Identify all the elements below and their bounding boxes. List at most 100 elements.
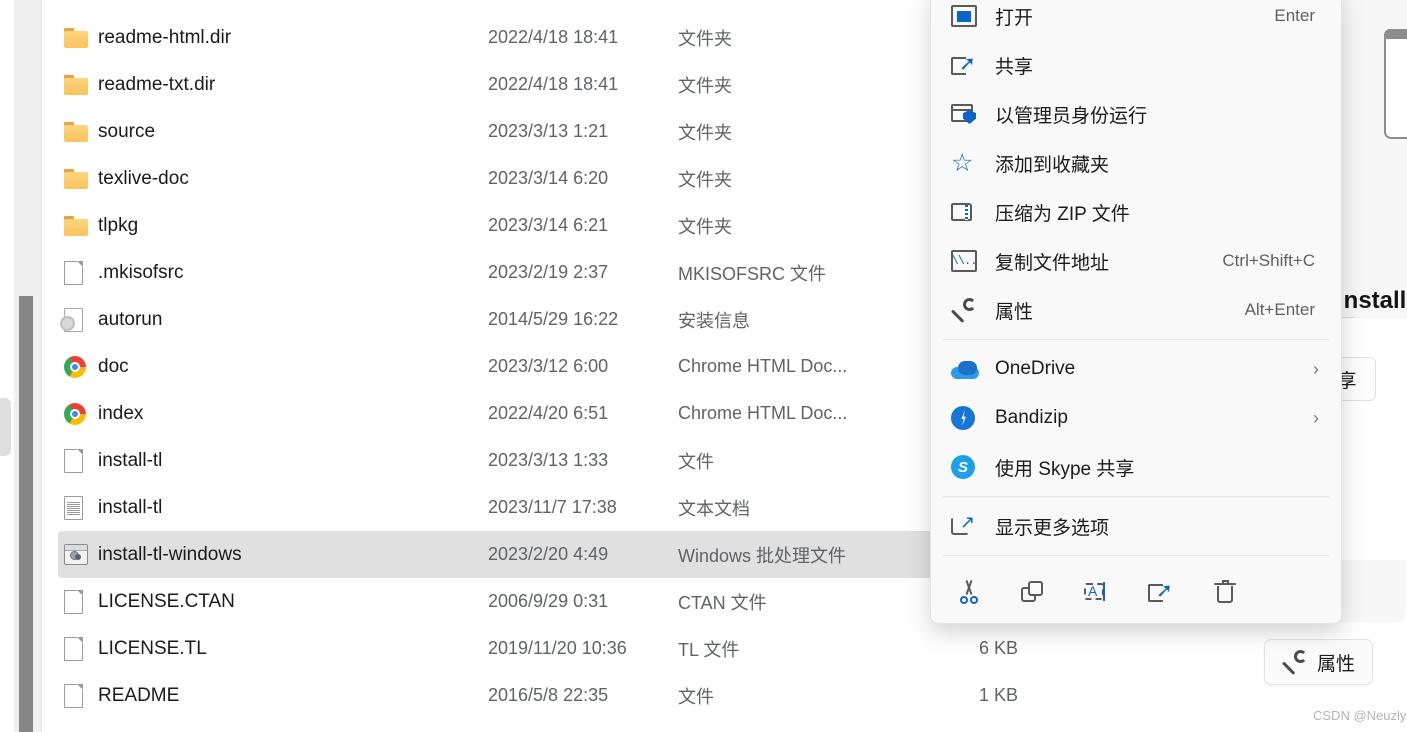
menu-app-item-1[interactable]: OneDrive ›: [935, 345, 1337, 393]
wrench-icon: [950, 298, 977, 323]
menu-item-3[interactable]: 以管理员身份运行: [935, 90, 1337, 138]
menu-item-5[interactable]: 压缩为 ZIP 文件: [935, 188, 1337, 236]
file-icon-cell: [60, 307, 98, 332]
share-icon: ➚: [1148, 581, 1174, 603]
file-icon-cell: [64, 355, 98, 378]
toolbar-share-button[interactable]: ➚: [1129, 570, 1193, 614]
text-document-icon: [64, 495, 83, 520]
menu-item-shortcut: Alt+Enter: [1244, 300, 1315, 319]
file-name: index: [98, 402, 144, 424]
watermark: CSDN @Neuzly: [1313, 708, 1407, 723]
file-name: readme-html.dir: [98, 26, 232, 48]
file-icon-cell: [64, 448, 98, 473]
skype-icon: S: [951, 455, 975, 479]
toolbar-copy-button[interactable]: [1001, 570, 1065, 614]
file-name: doc: [98, 355, 129, 377]
context-menu-toolbar[interactable]: A ➚: [931, 561, 1341, 623]
file-type: 文件夹: [678, 216, 732, 237]
file-name: install-tl: [98, 496, 163, 518]
toolbar-delete-button[interactable]: [1193, 570, 1257, 614]
chevron-right-icon: ›: [1313, 358, 1319, 379]
menu-item-2[interactable]: ➚ 共享: [935, 41, 1337, 89]
file-date: 2023/3/13 1:33: [488, 450, 609, 470]
menu-icon-slot: [951, 359, 995, 379]
file-type: MKISOFSRC 文件: [678, 263, 827, 284]
file-icon-cell: [64, 121, 98, 142]
file-icon-cell: [64, 544, 98, 565]
menu-item-show-more-options[interactable]: ↗ 显示更多选项: [935, 502, 1337, 550]
menu-icon-slot: [951, 406, 995, 430]
menu-item-label: Bandizip: [995, 407, 1068, 428]
context-menu[interactable]: 打开 Enter ➚ 共享以管理员身份运行 ☆ 添加到收藏夹压缩为 ZIP 文件 \\.. 复…: [930, 0, 1342, 624]
file-type: Chrome HTML Doc...: [678, 356, 848, 376]
file-date: 2023/3/14 6:21: [488, 215, 609, 235]
menu-item-1[interactable]: 打开 Enter: [935, 0, 1337, 40]
folder-icon: [64, 121, 88, 142]
menu-app-item-3[interactable]: S 使用 Skype 共享: [935, 443, 1337, 491]
file-date: 2023/2/20 4:49: [488, 544, 609, 564]
run-as-administrator-icon: [951, 103, 977, 125]
file-date: 2023/3/13 1:21: [488, 121, 609, 141]
share-icon: ➚: [951, 54, 977, 76]
file-date: 2022/4/20 6:51: [488, 403, 609, 423]
bandizip-icon: [951, 406, 975, 430]
properties-button[interactable]: 属性: [1264, 639, 1373, 685]
file-type: TL 文件: [678, 639, 740, 660]
folder-icon: [64, 27, 88, 48]
file-type: 文件夹: [678, 28, 732, 49]
blank-document-icon: [64, 636, 83, 661]
menu-icon-slot: [951, 201, 995, 223]
file-type: 文件夹: [678, 169, 732, 190]
menu-icon-slot: [950, 298, 995, 323]
menu-icon-slot: [951, 103, 995, 125]
chrome-icon: [64, 402, 86, 425]
table-row[interactable]: README 2016/5/8 22:35 文件 1 KB: [58, 672, 1407, 719]
menu-item-4[interactable]: ☆ 添加到收藏夹: [935, 139, 1337, 187]
file-date: 2014/5/29 16:22: [488, 309, 619, 329]
edge-peek-tab[interactable]: [0, 398, 11, 456]
zip-folder-icon: [951, 201, 977, 223]
toolbar-cut-button[interactable]: [937, 570, 1001, 614]
toolbar-rename-button[interactable]: A: [1065, 570, 1129, 614]
menu-icon-slot: S: [951, 455, 995, 479]
menu-item-label: 打开: [995, 7, 1034, 29]
menu-item-label: 显示更多选项: [995, 517, 1110, 539]
wrench-icon: [1281, 650, 1308, 675]
file-size: 1 KB: [978, 685, 1018, 705]
menu-item-7[interactable]: 属性 Alt+Enter: [935, 286, 1337, 334]
copy-icon: [1021, 580, 1045, 604]
folder-icon: [64, 74, 88, 95]
menu-item-label: 添加到收藏夹: [995, 154, 1110, 176]
file-name: install-tl-windows: [98, 543, 242, 565]
file-name: readme-txt.dir: [98, 73, 216, 95]
panel-divider: [1341, 317, 1355, 318]
menu-item-label: 属性: [995, 301, 1034, 323]
blank-document-icon: [64, 589, 83, 614]
file-date: 2022/4/18 18:41: [488, 27, 619, 47]
delete-icon: [1214, 580, 1236, 604]
menu-separator-2: [943, 496, 1329, 497]
menu-item-label: 以管理员身份运行: [995, 105, 1148, 127]
menu-item-shortcut: Ctrl+Shift+C: [1222, 251, 1315, 270]
file-name: source: [98, 120, 156, 142]
file-type: 安装信息: [678, 310, 750, 331]
file-type: Windows 批处理文件: [678, 545, 847, 566]
table-row[interactable]: LICENSE.TL 2019/11/20 10:36 TL 文件 6 KB: [58, 625, 1407, 672]
file-icon-cell: [64, 683, 98, 708]
file-type: 文件夹: [678, 122, 732, 143]
scrollbar-thumb[interactable]: [19, 296, 33, 732]
chevron-right-icon: ›: [1313, 407, 1319, 428]
folder-icon: [64, 168, 88, 189]
cut-icon: [957, 580, 981, 604]
menu-item-label: 压缩为 ZIP 文件: [995, 203, 1130, 225]
menu-app-item-2[interactable]: Bandizip ›: [935, 394, 1337, 442]
file-name: .mkisofsrc: [98, 261, 184, 283]
onedrive-icon: [951, 359, 979, 379]
file-icon-cell: [64, 27, 98, 48]
open-icon: [951, 5, 977, 27]
file-icon-cell: [64, 402, 98, 425]
menu-icon-slot: ➚: [951, 54, 995, 76]
menu-icon-slot: [951, 5, 995, 27]
file-date: 2023/3/14 6:20: [488, 168, 609, 188]
menu-item-6[interactable]: \\.. 复制文件地址 Ctrl+Shift+C: [935, 237, 1337, 285]
